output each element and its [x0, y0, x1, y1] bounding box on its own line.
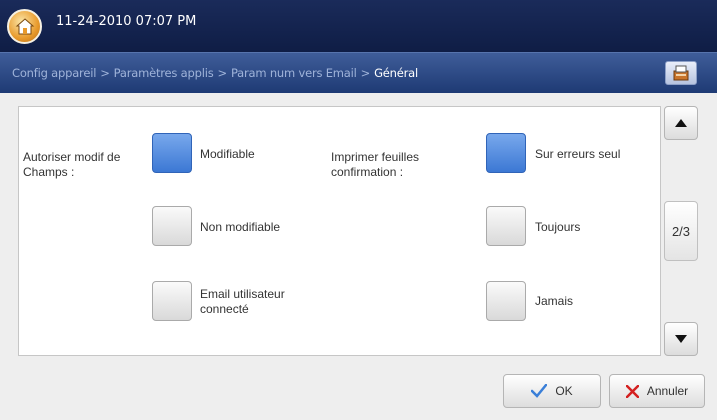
breadcrumb: Config appareil > Paramètres applis > Param … — [12, 66, 418, 80]
label-line: Champs : — [23, 165, 75, 179]
label-line: connecté — [200, 302, 249, 316]
email-user-connected-option-button[interactable] — [152, 281, 192, 321]
ok-button[interactable]: OK — [503, 374, 601, 408]
breadcrumb-separator: > — [360, 66, 371, 80]
breadcrumb-current: Général — [374, 66, 418, 80]
breadcrumb-item[interactable]: Config appareil — [12, 66, 96, 80]
label-line: Imprimer feuilles — [331, 150, 420, 164]
scroll-up-button[interactable] — [664, 106, 698, 140]
top-bar: 11-24-2010 07:07 PM — [0, 0, 717, 52]
arrow-up-icon — [675, 119, 687, 127]
never-option-label: Jamais — [535, 294, 574, 308]
page-indicator: 2/3 — [664, 201, 698, 261]
on-errors-only-option-button[interactable] — [486, 133, 526, 173]
non-modifiable-option-button[interactable] — [152, 206, 192, 246]
label-line: confirmation : — [331, 165, 404, 179]
home-icon — [15, 17, 34, 34]
scroll-down-button[interactable] — [664, 322, 698, 356]
breadcrumb-bar: Config appareil > Paramètres applis > Param … — [0, 52, 717, 93]
home-button[interactable] — [7, 9, 42, 44]
print-confirmation-label: Imprimer feuilles confirmation : — [331, 150, 419, 180]
checkmark-icon — [531, 384, 548, 398]
always-option-button[interactable] — [486, 206, 526, 246]
scroll-column: 2/3 — [664, 106, 700, 356]
always-option-label: Toujours — [535, 220, 581, 234]
email-user-connected-option-label: Email utilisateur connecté — [200, 287, 285, 317]
job-status-button[interactable] — [665, 61, 697, 85]
breadcrumb-item[interactable]: Param num vers Email — [231, 66, 357, 80]
arrow-down-icon — [675, 335, 687, 343]
label-line: Email utilisateur — [200, 287, 285, 301]
close-icon — [625, 384, 639, 398]
never-option-button[interactable] — [486, 281, 526, 321]
breadcrumb-separator: > — [217, 66, 228, 80]
allow-modify-fields-label: Autoriser modif de Champs : — [23, 150, 120, 180]
modifiable-option-button[interactable] — [152, 133, 192, 173]
settings-panel: Autoriser modif de Champs : Modifiable N… — [18, 106, 661, 356]
non-modifiable-option-label: Non modifiable — [200, 220, 281, 234]
ok-button-label: OK — [555, 384, 573, 398]
cancel-button-label: Annuler — [646, 384, 689, 398]
label-line: Autoriser modif de — [23, 150, 121, 164]
modifiable-option-label: Modifiable — [200, 147, 255, 161]
on-errors-only-option-label: Sur erreurs seul — [535, 147, 621, 161]
datetime: 11-24-2010 07:07 PM — [56, 14, 197, 29]
job-status-icon — [673, 65, 689, 81]
cancel-button[interactable]: Annuler — [609, 374, 705, 408]
breadcrumb-item[interactable]: Paramètres applis — [114, 66, 214, 80]
breadcrumb-separator: > — [100, 66, 110, 80]
